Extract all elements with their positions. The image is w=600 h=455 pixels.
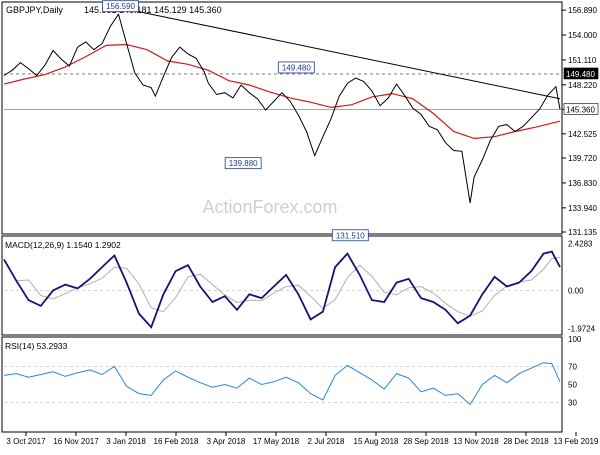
date-tick-label: 17 May 2018: [253, 437, 300, 446]
date-tick-label: 3 Apr 2018: [207, 437, 246, 446]
level-badge-label: 149.480: [566, 70, 595, 79]
price-gridlines: [4, 73, 562, 404]
chart-canvas[interactable]: ActionForex.com GBPJPY,Daily 145.931 146…: [0, 0, 600, 450]
watermark: ActionForex.com: [202, 197, 337, 217]
level-badge-label: 145.360: [566, 105, 595, 114]
price-tick-label: 148.220: [568, 81, 597, 90]
date-axis: 3 Oct 2017 16 Nov 2017 3 Jan 2018 16 Feb 20…: [6, 432, 599, 446]
macd-tick-label: -1.9724: [568, 325, 596, 334]
moving-average-line: [3, 43, 561, 140]
rsi-tick-label: 100: [568, 335, 582, 344]
rsi-label: RSI(14) 53.2933: [5, 341, 68, 351]
price-annotation-label: 149.480: [282, 63, 311, 72]
date-tick-label: 3 Jan 2018: [106, 437, 146, 446]
price-annotation-label: 139.880: [229, 159, 258, 168]
chart-symbol-label: GBPJPY,Daily: [6, 5, 63, 15]
date-tick-label: 16 Nov 2017: [53, 437, 99, 446]
rsi-tick-label: 50: [568, 381, 577, 390]
price-annotation-label: 156.590: [106, 2, 135, 11]
price-axis: 156.890 154.000 151.110 148.220 145.360 142.5…: [562, 6, 599, 237]
forex-chart-window: ActionForex.com GBPJPY,Daily 145.931 146…: [0, 0, 600, 450]
macd-axis: 2.4283 0.00 -1.9724: [568, 239, 596, 333]
date-tick-label: 2 Jul 2018: [308, 437, 345, 446]
price-tick-label: 156.890: [568, 6, 597, 15]
rsi-tick-label: 30: [568, 399, 577, 408]
macd-line: [3, 250, 561, 329]
macd-signal-line: [3, 256, 561, 317]
date-tick-label: 15 Aug 2018: [354, 437, 399, 446]
price-tick-label: 151.110: [568, 56, 597, 65]
macd-label: MACD(12,26,9) 1.1540 1.2902: [5, 240, 121, 250]
price-tick-label: 154.000: [568, 31, 597, 40]
price-annotation-label: 131.510: [336, 231, 365, 240]
date-tick-label: 16 Feb 2018: [154, 437, 199, 446]
macd-tick-label: 0.00: [568, 286, 584, 295]
date-tick-label: 28 Sep 2018: [403, 437, 449, 446]
date-tick-label: 13 Nov 2018: [453, 437, 499, 446]
date-tick-label: 28 Dec 2018: [503, 437, 549, 446]
date-tick-label: 13 Feb 2019: [554, 437, 599, 446]
date-tick-label: 3 Oct 2017: [6, 437, 46, 446]
price-line: [3, 13, 561, 204]
rsi-tick-label: 70: [568, 362, 577, 371]
price-tick-label: 139.720: [568, 154, 597, 163]
rsi-axis: 100 70 50 30: [568, 335, 582, 408]
price-tick-label: 142.525: [568, 130, 597, 139]
price-tick-label: 131.135: [568, 228, 597, 237]
price-tick-label: 136.830: [568, 179, 597, 188]
rsi-panel-frame: [1, 336, 563, 433]
price-tick-label: 133.940: [568, 204, 597, 213]
macd-tick-label: 2.4283: [568, 239, 593, 248]
trend-line: [118, 6, 561, 100]
rsi-line: [3, 362, 561, 406]
